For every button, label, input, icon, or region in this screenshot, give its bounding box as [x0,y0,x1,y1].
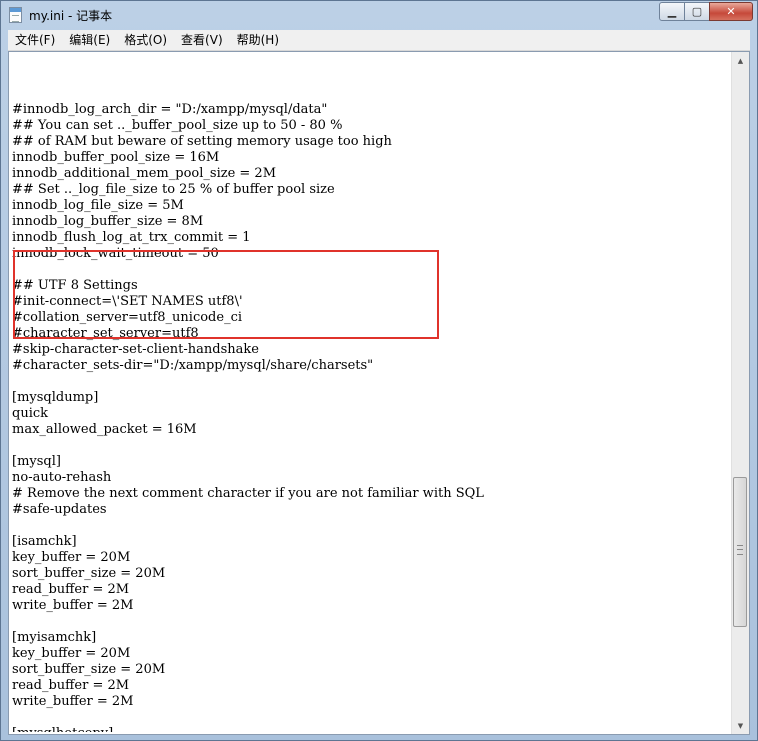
highlight-annotation [13,250,439,339]
text-line[interactable] [12,438,730,454]
scroll-up-arrow[interactable]: ▲ [732,52,749,69]
text-line[interactable]: quick [12,406,730,422]
text-line[interactable]: write_buffer = 2M [12,694,730,710]
text-line[interactable] [12,518,730,534]
text-line[interactable]: #character_sets-dir="D:/xampp/mysql/shar… [12,358,730,374]
text-line[interactable]: [mysqldump] [12,390,730,406]
text-line[interactable]: key_buffer = 20M [12,550,730,566]
title-bar[interactable]: my.ini - 记事本 ▁ ▢ ✕ [1,1,757,29]
text-line[interactable]: [isamchk] [12,534,730,550]
text-editor[interactable]: #innodb_log_arch_dir = "D:/xampp/mysql/d… [8,51,750,735]
text-line[interactable] [12,710,730,726]
text-line[interactable]: # Remove the next comment character if y… [12,486,730,502]
menu-edit[interactable]: 编辑(E) [62,30,117,50]
close-button[interactable]: ✕ [709,2,753,21]
minimize-button[interactable]: ▁ [659,2,685,21]
text-line[interactable]: no-auto-rehash [12,470,730,486]
menu-format[interactable]: 格式(O) [117,30,174,50]
text-line[interactable]: max_allowed_packet = 16M [12,422,730,438]
text-line[interactable]: sort_buffer_size = 20M [12,662,730,678]
editor-text[interactable]: #innodb_log_arch_dir = "D:/xampp/mysql/d… [12,54,730,732]
notepad-icon[interactable] [9,7,22,23]
window-controls: ▁ ▢ ✕ [659,2,753,22]
text-line[interactable]: innodb_flush_log_at_trx_commit = 1 [12,230,730,246]
text-line[interactable]: read_buffer = 2M [12,582,730,598]
text-line[interactable]: key_buffer = 20M [12,646,730,662]
text-line[interactable]: innodb_buffer_pool_size = 16M [12,150,730,166]
vertical-scrollbar[interactable]: ▲ ▼ [731,52,749,734]
window-title: my.ini - 记事本 [29,9,113,23]
grip-icon [737,545,743,556]
text-line[interactable]: sort_buffer_size = 20M [12,566,730,582]
maximize-button[interactable]: ▢ [684,2,710,21]
scrollbar-thumb[interactable] [733,477,747,628]
menu-bar: 文件(F) 编辑(E) 格式(O) 查看(V) 帮助(H) [8,30,750,51]
text-line[interactable]: innodb_additional_mem_pool_size = 2M [12,166,730,182]
text-line[interactable]: innodb_log_file_size = 5M [12,198,730,214]
text-line[interactable]: read_buffer = 2M [12,678,730,694]
menu-view[interactable]: 查看(V) [174,30,230,50]
text-line[interactable]: [myisamchk] [12,630,730,646]
text-line[interactable]: ## Set .._log_file_size to 25 % of buffe… [12,182,730,198]
text-line[interactable]: innodb_log_buffer_size = 8M [12,214,730,230]
menu-file[interactable]: 文件(F) [8,30,62,50]
scroll-down-arrow[interactable]: ▼ [732,717,749,734]
text-line[interactable]: ## of RAM but beware of setting memory u… [12,134,730,150]
text-line[interactable]: #innodb_log_arch_dir = "D:/xampp/mysql/d… [12,102,730,118]
text-line[interactable]: ## You can set .._buffer_pool_size up to… [12,118,730,134]
text-line[interactable]: write_buffer = 2M [12,598,730,614]
maximize-icon: ▢ [691,5,703,18]
text-line[interactable] [12,374,730,390]
minimize-icon: ▁ [667,5,677,18]
scroll-down-icon: ▼ [737,721,744,730]
text-line[interactable]: [mysqlhotcopy] [12,726,730,732]
text-line[interactable] [12,614,730,630]
text-line[interactable]: #safe-updates [12,502,730,518]
text-line[interactable]: #skip-character-set-client-handshake [12,342,730,358]
menu-help[interactable]: 帮助(H) [230,30,286,50]
close-icon: ✕ [726,5,736,18]
notepad-window: my.ini - 记事本 ▁ ▢ ✕ 文件(F) 编辑(E) 格式(O) 查看(… [0,0,758,741]
scroll-up-icon: ▲ [737,56,744,65]
text-line[interactable]: [mysql] [12,454,730,470]
